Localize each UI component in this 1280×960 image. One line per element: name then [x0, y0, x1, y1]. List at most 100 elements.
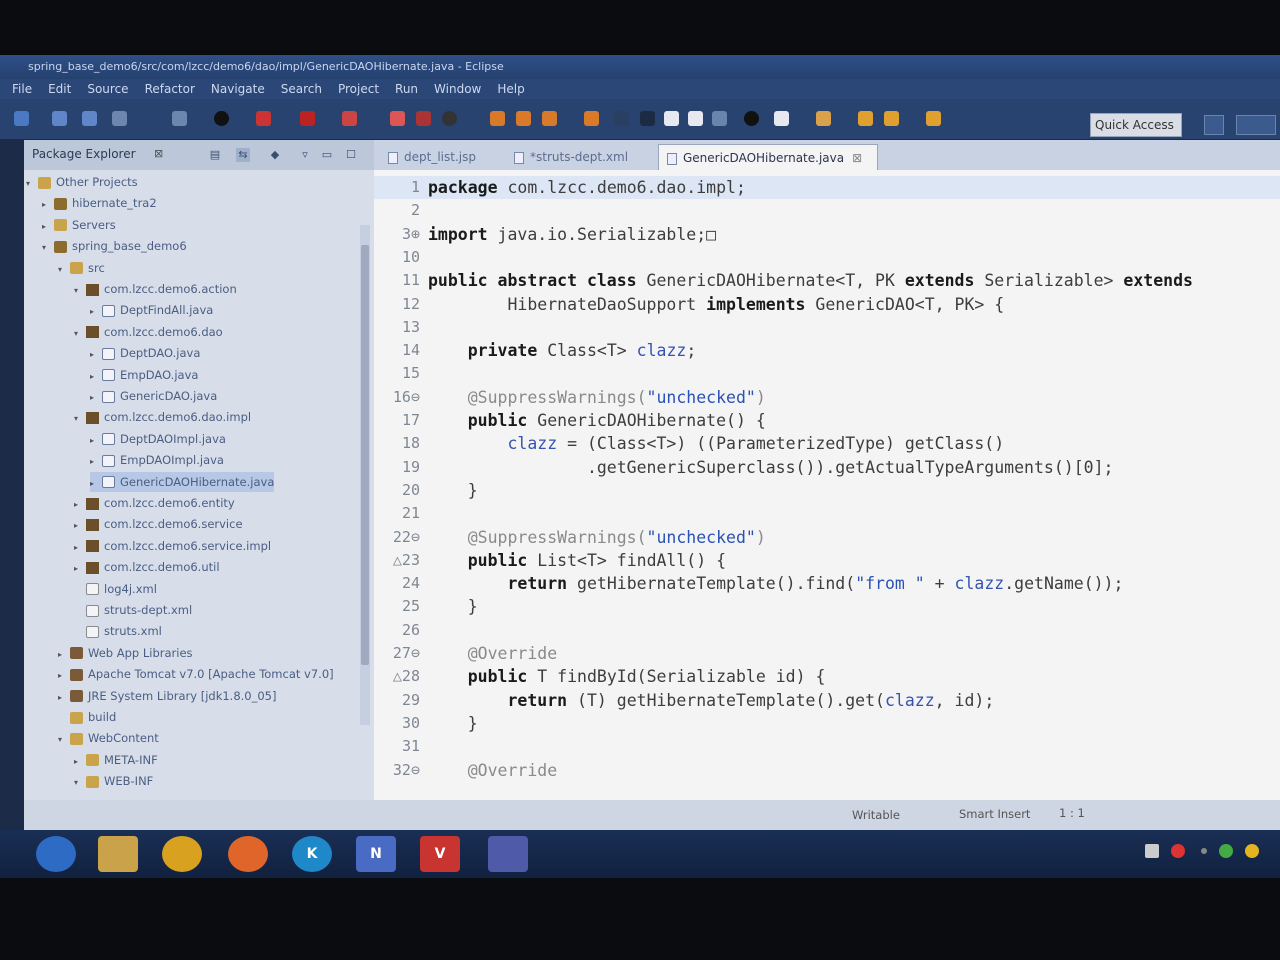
- code-line[interactable]: 29 return (T) getHibernateTemplate().get…: [374, 689, 1280, 712]
- tree-item[interactable]: log4j.xml: [74, 579, 157, 599]
- code-line[interactable]: 22⊖ @SuppressWarnings("unchecked"): [374, 526, 1280, 549]
- next-annotation-icon[interactable]: [744, 111, 759, 126]
- minimize-icon[interactable]: ▭: [320, 148, 334, 162]
- menu-item-help[interactable]: Help: [497, 79, 524, 99]
- collapsed-arrow-icon[interactable]: ▸: [90, 367, 102, 387]
- menu-item-edit[interactable]: Edit: [48, 79, 71, 99]
- collapsed-arrow-icon[interactable]: ▸: [58, 688, 70, 708]
- expanded-arrow-icon[interactable]: ▾: [58, 260, 70, 280]
- code-line[interactable]: 20 }: [374, 479, 1280, 502]
- collapsed-arrow-icon[interactable]: ▸: [74, 516, 86, 536]
- network-icon[interactable]: [1219, 844, 1233, 858]
- ime-icon[interactable]: [1145, 844, 1159, 858]
- back-icon[interactable]: [858, 111, 873, 126]
- tree-item[interactable]: ▾ Other Projects: [26, 172, 138, 192]
- code-line[interactable]: 17 public GenericDAOHibernate() {: [374, 409, 1280, 432]
- code-line[interactable]: 1 package com.lzcc.demo6.dao.impl;: [374, 176, 1280, 199]
- collapsed-arrow-icon[interactable]: ▸: [58, 666, 70, 686]
- expanded-arrow-icon[interactable]: ▾: [58, 730, 70, 750]
- expanded-arrow-icon[interactable]: ▾: [26, 174, 38, 194]
- tree-item[interactable]: ▸ Web App Libraries: [58, 643, 193, 663]
- prev-annotation-icon[interactable]: [774, 111, 789, 126]
- tree-item[interactable]: ▸ com.lzcc.demo6.util: [74, 557, 220, 577]
- menu-item-project[interactable]: Project: [338, 79, 379, 99]
- menu-item-refactor[interactable]: Refactor: [145, 79, 195, 99]
- scrollbar-thumb[interactable]: [361, 245, 369, 665]
- menu-item-navigate[interactable]: Navigate: [211, 79, 265, 99]
- code-line[interactable]: 12 HibernateDaoSupport implements Generi…: [374, 293, 1280, 316]
- tree-item[interactable]: ▸ com.lzcc.demo6.service: [74, 514, 243, 534]
- security-icon[interactable]: [1245, 844, 1259, 858]
- show-whitespace-icon[interactable]: [688, 111, 703, 126]
- collapsed-arrow-icon[interactable]: ▸: [74, 559, 86, 579]
- expanded-arrow-icon[interactable]: ▾: [74, 281, 86, 301]
- k-app-icon[interactable]: K: [292, 836, 332, 872]
- maximize-icon[interactable]: ☐: [344, 148, 358, 162]
- open-type-icon[interactable]: [584, 111, 599, 126]
- eclipse-icon[interactable]: [488, 836, 528, 872]
- tree-item[interactable]: ▸ JRE System Library [jdk1.8.0_05]: [58, 686, 276, 706]
- code-line[interactable]: 18 clazz = (Class<T>) ((ParameterizedTyp…: [374, 432, 1280, 455]
- code-line[interactable]: 32⊖ @Override: [374, 759, 1280, 782]
- menu-item-source[interactable]: Source: [87, 79, 128, 99]
- link-with-editor-icon[interactable]: ⇆: [236, 148, 250, 162]
- file-explorer-icon[interactable]: [98, 836, 138, 872]
- code-line[interactable]: 3⊕ import java.io.Serializable;□: [374, 223, 1280, 246]
- code-line[interactable]: 10: [374, 246, 1280, 269]
- tree-item[interactable]: ▸ com.lzcc.demo6.entity: [74, 493, 235, 513]
- tree-item[interactable]: ▾ src: [58, 258, 105, 278]
- stop-icon[interactable]: [300, 111, 315, 126]
- collapsed-arrow-icon[interactable]: ▸: [90, 474, 102, 494]
- collapsed-arrow-icon[interactable]: ▸: [74, 538, 86, 558]
- tree-item[interactable]: ▸ EmpDAO.java: [90, 365, 198, 385]
- tree-item[interactable]: ▾ spring_base_demo6: [42, 236, 187, 256]
- menu-item-run[interactable]: Run: [395, 79, 418, 99]
- code-line[interactable]: 14 private Class<T> clazz;: [374, 339, 1280, 362]
- tree-item[interactable]: ▸ com.lzcc.demo6.service.impl: [74, 536, 271, 556]
- collapse-all-icon[interactable]: ▤: [208, 148, 222, 162]
- collapsed-arrow-icon[interactable]: ▸: [42, 195, 54, 215]
- code-line[interactable]: 13: [374, 316, 1280, 339]
- code-line[interactable]: △28 public T findById(Serializable id) {: [374, 665, 1280, 688]
- collapsed-arrow-icon[interactable]: ▸: [74, 495, 86, 515]
- quick-access-field[interactable]: Quick Access: [1090, 113, 1182, 137]
- chevron-down-icon[interactable]: ▿: [298, 148, 312, 162]
- code-line[interactable]: 11 public abstract class GenericDAOHibern…: [374, 269, 1280, 292]
- onenote-icon[interactable]: N: [356, 836, 396, 872]
- expanded-arrow-icon[interactable]: ▾: [74, 409, 86, 429]
- tree-item[interactable]: ▸ META-INF: [74, 750, 158, 770]
- close-tab-icon[interactable]: ⊠: [852, 151, 862, 165]
- tree-item[interactable]: ▸ DeptFindAll.java: [90, 300, 213, 320]
- new-java-project-icon[interactable]: [490, 111, 505, 126]
- code-line[interactable]: 19 .getGenericSuperclass()).getActualTyp…: [374, 456, 1280, 479]
- external-tools-icon[interactable]: [342, 111, 357, 126]
- code-line[interactable]: 26: [374, 619, 1280, 642]
- collapsed-arrow-icon[interactable]: ▸: [90, 388, 102, 408]
- tree-item[interactable]: ▾ WebContent: [58, 728, 159, 748]
- forward-icon[interactable]: [884, 111, 899, 126]
- editor-tab[interactable]: dept_list.jsp: [380, 144, 500, 170]
- tree-item[interactable]: ▸ DeptDAOImpl.java: [90, 429, 226, 449]
- java-perspective-icon[interactable]: [1236, 115, 1276, 135]
- expanded-arrow-icon[interactable]: ▾: [74, 324, 86, 344]
- collapsed-arrow-icon[interactable]: ▸: [42, 217, 54, 237]
- last-edit-icon[interactable]: [816, 111, 831, 126]
- tree-item[interactable]: ▸ DeptDAO.java: [90, 343, 200, 363]
- deploy-icon[interactable]: [416, 111, 431, 126]
- refresh-icon[interactable]: [442, 111, 457, 126]
- pin-icon[interactable]: [926, 111, 941, 126]
- tree-item[interactable]: ▸ GenericDAO.java: [90, 386, 217, 406]
- code-line[interactable]: 15: [374, 362, 1280, 385]
- search-icon[interactable]: [614, 111, 629, 126]
- antivirus-icon[interactable]: [1171, 844, 1185, 858]
- bug-icon[interactable]: [172, 111, 187, 126]
- editor-tab[interactable]: *struts-dept.xml: [506, 144, 652, 170]
- chrome-icon[interactable]: [162, 836, 202, 872]
- annotation-icon[interactable]: [712, 111, 727, 126]
- code-line[interactable]: 16⊖ @SuppressWarnings("unchecked"): [374, 386, 1280, 409]
- new-package-icon[interactable]: [516, 111, 531, 126]
- tree-item[interactable]: ▸ GenericDAOHibernate.java: [90, 471, 275, 494]
- print-icon[interactable]: [112, 111, 127, 126]
- save-icon[interactable]: [52, 111, 67, 126]
- tree-item[interactable]: build: [58, 707, 116, 727]
